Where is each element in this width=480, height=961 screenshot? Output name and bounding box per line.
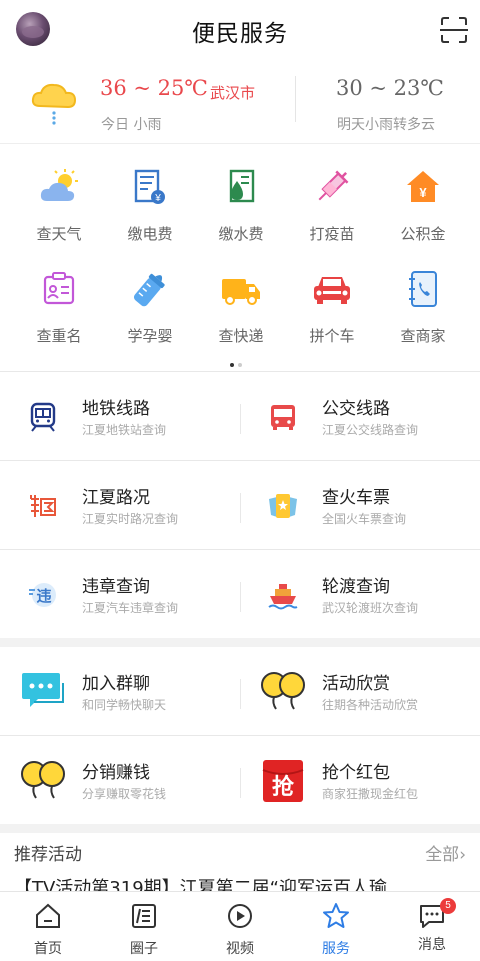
tab-circle[interactable]: 圈子	[96, 892, 192, 961]
grid-item-name-check[interactable]: 查重名	[13, 269, 105, 346]
traffic-icon	[30, 495, 56, 517]
play-icon	[228, 904, 252, 928]
view-all-link[interactable]: 全部›	[425, 840, 466, 865]
train-ticket-icon	[269, 494, 297, 518]
page-dot-active	[230, 363, 234, 367]
today-weather-desc: 今日 小雨	[101, 117, 162, 133]
delivery-truck-icon	[222, 279, 260, 305]
recommend-item[interactable]: 【TV活动第319期】江夏第二届“迎军运百人瑜	[14, 874, 480, 892]
recommend-title: 推荐活动	[14, 845, 82, 865]
service-bus[interactable]: 公交线路 江夏公交线路查询	[240, 372, 480, 461]
grid-item-weather[interactable]: 查天气	[13, 167, 105, 244]
service-icon-grid: 查天气 ¥ 缴电费 缴水费 打疫苗 ¥ 公积金 查重名 学孕婴 查快递 拼个车 …	[0, 160, 480, 360]
carpool-icon	[314, 277, 350, 304]
service-row: 分销赚钱 分享赚取零花钱 抢 抢个红包 商家狂撒现金红包	[0, 735, 480, 824]
page-title: 便民服务	[192, 21, 288, 47]
metro-icon	[30, 402, 56, 432]
weather-icon	[40, 169, 78, 201]
tomorrow-weather-desc: 明天小雨转多云	[337, 117, 435, 133]
divider	[295, 76, 296, 122]
tomorrow-temperature: 30 ~ 23℃	[336, 76, 444, 100]
grid-item-baby[interactable]: 学孕婴	[104, 269, 196, 346]
grid-item-vaccine[interactable]: 打疫苗	[286, 167, 378, 244]
red-packet-icon: 抢	[262, 760, 304, 802]
service-train-ticket[interactable]: 查火车票 全国火车票查询	[240, 461, 480, 550]
chevron-right-icon: ›	[459, 845, 466, 865]
tab-message[interactable]: 5 消息	[384, 892, 480, 961]
service-row: 地铁线路 江夏地铁站查询 公交线路 江夏公交线路查询	[0, 371, 480, 460]
home-icon	[36, 903, 60, 928]
tab-video[interactable]: 视频	[192, 892, 288, 961]
avatar[interactable]	[16, 12, 50, 46]
service-distribution[interactable]: 分销赚钱 分享赚取零花钱	[0, 736, 240, 825]
grid-item-carpool[interactable]: 拼个车	[286, 269, 378, 346]
service-activities[interactable]: 活动欣赏 往期各种活动欣赏	[240, 647, 480, 736]
grid-item-electric-bill[interactable]: ¥ 缴电费	[104, 167, 196, 244]
weather-panel[interactable]: 36 ~ 25℃ 武汉市 今日 小雨 30 ~ 23℃ 明天小雨转多云	[0, 62, 480, 144]
name-check-icon	[43, 272, 75, 305]
svg-text:违: 违	[36, 587, 51, 605]
housing-fund-icon: ¥	[407, 171, 439, 202]
grid-item-housing-fund[interactable]: ¥ 公积金	[377, 167, 469, 244]
red-packet-char: 抢	[272, 774, 295, 800]
service-violation[interactable]: 违 违章查询 江夏汽车违章查询	[0, 550, 240, 639]
electric-bill-icon: ¥	[134, 169, 165, 204]
svg-text:¥: ¥	[419, 185, 427, 200]
page-indicator	[230, 352, 250, 367]
circle-icon	[132, 904, 156, 928]
service-red-packet[interactable]: 抢 抢个红包 商家狂撒现金红包	[240, 736, 480, 825]
vaccine-icon	[318, 170, 349, 201]
header: 便民服务	[0, 0, 480, 62]
ferry-icon	[268, 584, 298, 610]
tab-service[interactable]: 服务	[288, 892, 384, 961]
balloons-icon	[21, 761, 65, 799]
tab-bar: 首页 圈子 视频 服务 5 消息	[0, 891, 480, 961]
section-gap	[0, 824, 480, 833]
city-label[interactable]: 武汉市	[210, 82, 255, 103]
scan-icon[interactable]	[440, 16, 468, 44]
service-group-chat[interactable]: 加入群聊 和同学畅快聊天	[0, 647, 240, 736]
baby-bottle-icon	[133, 273, 165, 307]
cloud-rain-icon	[31, 83, 77, 125]
service-row: 违 违章查询 江夏汽车违章查询 轮渡查询 武汉轮渡班次查询	[0, 549, 480, 638]
page-dot	[238, 363, 242, 367]
violation-icon: 违	[29, 583, 56, 607]
water-bill-icon	[229, 169, 255, 203]
service-traffic[interactable]: 江夏路况 江夏实时路况查询	[0, 461, 240, 550]
grid-item-merchant[interactable]: 查商家	[377, 269, 469, 346]
grid-item-delivery[interactable]: 查快递	[195, 269, 287, 346]
group-chat-icon	[22, 673, 64, 707]
service-row: 加入群聊 和同学畅快聊天 活动欣赏 往期各种活动欣赏	[0, 647, 480, 736]
bus-icon	[271, 405, 295, 430]
today-temperature: 36 ~ 25℃	[100, 76, 208, 100]
section-gap	[0, 638, 480, 647]
svg-text:¥: ¥	[154, 193, 161, 204]
grid-item-water-bill[interactable]: 缴水费	[195, 167, 287, 244]
star-icon	[323, 903, 349, 928]
message-badge: 5	[440, 898, 456, 914]
recommend-header: 推荐活动 全部›	[0, 834, 480, 870]
tab-home[interactable]: 首页	[0, 892, 96, 961]
balloons-icon	[261, 672, 305, 710]
merchant-phone-icon	[409, 271, 437, 307]
service-metro[interactable]: 地铁线路 江夏地铁站查询	[0, 372, 240, 461]
service-row: 江夏路况 江夏实时路况查询 查火车票 全国火车票查询	[0, 460, 480, 549]
service-ferry[interactable]: 轮渡查询 武汉轮渡班次查询	[240, 550, 480, 639]
